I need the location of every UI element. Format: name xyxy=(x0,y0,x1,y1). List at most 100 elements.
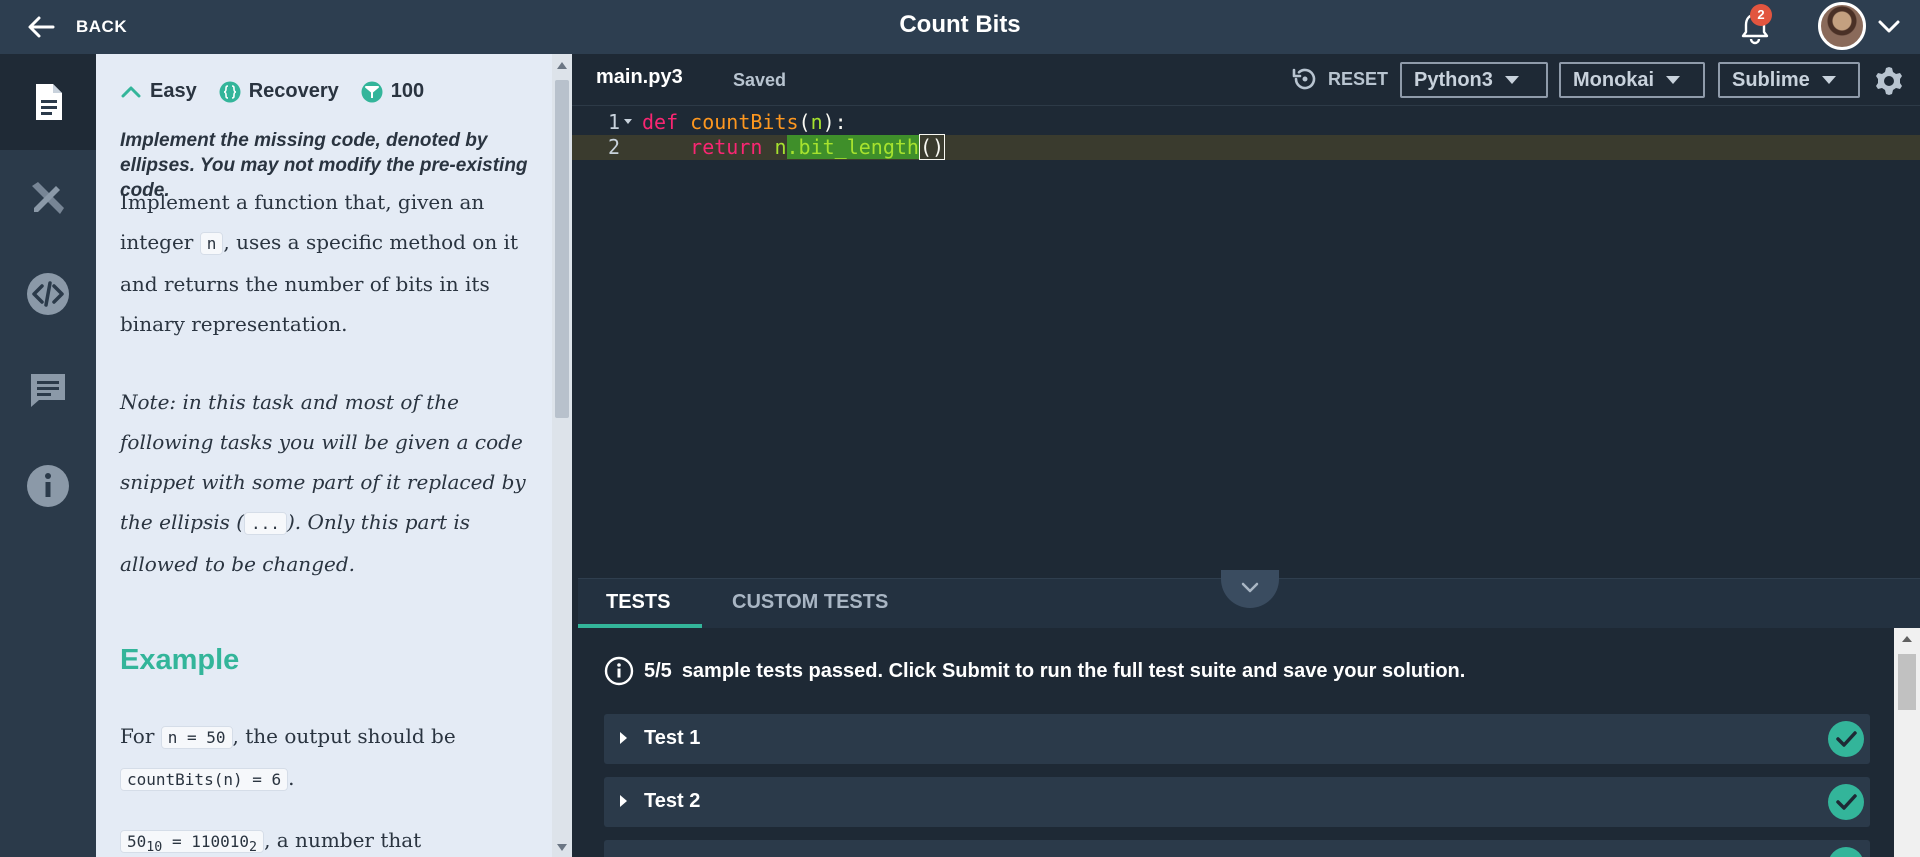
scrollbar-thumb[interactable] xyxy=(555,80,569,418)
line-number: 2 xyxy=(607,135,620,159)
back-button[interactable]: BACK xyxy=(26,12,127,42)
reset-label: RESET xyxy=(1328,68,1389,89)
line-source: return n.bit_length() xyxy=(642,134,946,160)
task-meta: Easy Recovery 100 xyxy=(120,80,424,103)
keymap-value: Sublime xyxy=(1732,68,1810,91)
subscript: 10 xyxy=(146,840,163,856)
difficulty-label: Easy xyxy=(150,80,197,102)
tests-summary: 5/5 sample tests passed. Click Submit to… xyxy=(604,656,1465,686)
example-explanation: 5010 = 1100102, a number that xyxy=(120,820,534,857)
reset-icon xyxy=(1292,68,1316,90)
scroll-up-arrow[interactable] xyxy=(1902,636,1912,642)
text: , a number that xyxy=(264,828,422,852)
fold-arrow-icon[interactable] xyxy=(624,119,632,124)
check-circle-icon xyxy=(1828,721,1864,757)
code-line: 1 def countBits(n): xyxy=(572,110,1920,135)
scrollbar-thumb[interactable] xyxy=(1898,654,1916,710)
chevron-down-icon xyxy=(1241,582,1259,593)
caret-down-icon xyxy=(1821,76,1836,84)
theme-select[interactable]: Monokai xyxy=(1559,62,1705,98)
summary-text: sample tests passed. Click Submit to run… xyxy=(681,659,1466,682)
token-param: n xyxy=(810,110,823,134)
back-label: BACK xyxy=(76,17,128,36)
example-heading: Example xyxy=(120,644,240,676)
page-title: Count Bits xyxy=(899,11,1021,38)
points-icon xyxy=(361,81,383,102)
braces-icon xyxy=(219,81,241,102)
code-editor[interactable]: 1 def countBits(n): 2 return n.bit_lengt… xyxy=(572,106,1920,578)
caret-right-icon xyxy=(620,732,627,744)
points: 100 xyxy=(361,80,424,103)
token-punct: ): xyxy=(822,110,847,134)
test-label: Test 2 xyxy=(644,790,701,812)
tests-scrollbar[interactable] xyxy=(1894,628,1920,857)
language-select[interactable]: Python3 xyxy=(1400,62,1548,98)
points-label: 100 xyxy=(390,80,425,102)
category: Recovery xyxy=(219,80,339,103)
avatar[interactable] xyxy=(1818,2,1866,50)
rail-item-info[interactable] xyxy=(0,438,96,534)
text: 50 xyxy=(127,832,147,851)
top-bar: BACK Count Bits 2 xyxy=(0,0,1920,54)
line-number: 1 xyxy=(607,110,620,134)
theme-value: Monokai xyxy=(1573,68,1655,91)
summary-count: 5/5 xyxy=(644,659,672,682)
language-value: Python3 xyxy=(1414,68,1493,91)
gear-icon[interactable] xyxy=(1872,64,1906,98)
comments-icon xyxy=(31,374,65,407)
text: For xyxy=(120,724,161,748)
test-label: Test 1 xyxy=(644,727,701,749)
save-status: Saved xyxy=(733,70,787,90)
text: . xyxy=(288,766,295,790)
scroll-up-arrow[interactable] xyxy=(557,62,567,69)
file-tab[interactable]: main.py3 xyxy=(596,66,683,89)
tab-tests[interactable]: TESTS xyxy=(606,591,670,614)
token-method-selected: .bit_length xyxy=(786,135,919,159)
line-source: def countBits(n): xyxy=(642,110,847,134)
category-label: Recovery xyxy=(248,80,339,102)
inline-code: countBits(n) = 6 xyxy=(120,768,289,791)
token-variable: n xyxy=(774,135,787,159)
subscript: 2 xyxy=(249,840,258,856)
tab-custom-tests[interactable]: CUSTOM TESTS xyxy=(732,591,888,614)
test-row[interactable]: Test 2 xyxy=(604,777,1870,827)
chevron-up-icon xyxy=(121,86,141,97)
description-scrollbar[interactable] xyxy=(552,54,572,857)
text: , the output should be xyxy=(232,724,456,748)
tests-panel: 5/5 sample tests passed. Click Submit to… xyxy=(578,628,1894,857)
notification-badge: 2 xyxy=(1750,4,1772,26)
caret-down-icon xyxy=(1666,76,1681,84)
example-paragraph: For n = 50, the output should be countBi… xyxy=(120,716,534,800)
text: = 110010 xyxy=(162,832,250,851)
solution-icon xyxy=(32,182,64,214)
description-icon xyxy=(36,84,62,120)
inline-code: n = 50 xyxy=(160,726,233,749)
editor-toolbar: main.py3 Saved RESET Python3 Monokai Sub… xyxy=(572,54,1920,106)
description-panel: Easy Recovery 100 Implement the missing … xyxy=(96,54,552,857)
reset-button[interactable]: RESET xyxy=(1290,64,1388,94)
keymap-select[interactable]: Sublime xyxy=(1718,62,1860,98)
scroll-down-arrow[interactable] xyxy=(557,844,567,851)
arrow-left-icon xyxy=(28,16,55,38)
token-punct: ( xyxy=(798,110,811,134)
token-function: countBits xyxy=(690,110,799,134)
chevron-down-icon[interactable] xyxy=(1876,14,1902,40)
note-paragraph: Note: in this task and most of the follo… xyxy=(120,382,534,584)
test-row[interactable]: Test 1 xyxy=(604,714,1870,764)
code-icon xyxy=(27,273,69,315)
rail-item-code[interactable] xyxy=(0,246,96,342)
task-paragraph: Implement a function that, given an inte… xyxy=(120,182,534,344)
check-circle-icon xyxy=(1829,847,1863,857)
caret-right-icon xyxy=(620,795,627,807)
test-row[interactable] xyxy=(604,840,1870,857)
rail-item-description[interactable] xyxy=(0,54,96,150)
token-keyword: return xyxy=(690,135,763,159)
caret-down-icon xyxy=(1504,76,1519,84)
inline-code: n xyxy=(199,232,224,255)
info-circle-icon xyxy=(604,656,634,686)
rail-item-comments[interactable] xyxy=(0,342,96,438)
nav-rail xyxy=(0,54,96,857)
token-call: () xyxy=(918,134,946,160)
inline-code: 5010 = 1100102 xyxy=(120,830,265,856)
rail-item-solution[interactable] xyxy=(0,150,96,246)
